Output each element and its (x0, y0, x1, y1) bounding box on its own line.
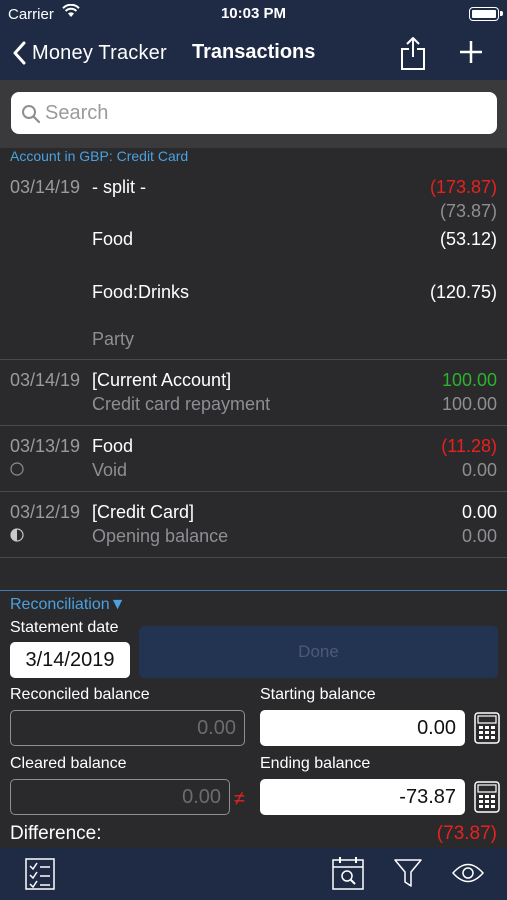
transaction-amount: (11.28) (441, 436, 497, 456)
battery-icon (469, 7, 503, 21)
transaction-balance: 0.00 (461, 460, 497, 480)
calculator-icon[interactable] (474, 781, 500, 813)
reconciliation-toggle[interactable]: Reconciliation▼ (10, 596, 125, 614)
search-input[interactable] (45, 92, 485, 134)
transaction-payee: [Current Account] (92, 370, 232, 390)
eye-icon[interactable] (452, 862, 484, 884)
filter-icon[interactable] (393, 858, 423, 888)
difference-value: (73.87) (436, 823, 497, 844)
chevron-left-icon (13, 41, 26, 65)
transaction-amount: 100.00 (441, 370, 497, 390)
nav-bar: Money Tracker Transactions (0, 30, 507, 76)
reconciliation-panel: Reconciliation▼ Statement date 3/14/2019… (0, 590, 507, 848)
account-header: Account in GBP: Credit Card (10, 148, 189, 164)
reconciled-balance-field[interactable]: 0.00 (10, 710, 245, 746)
ending-balance-label: Ending balance (260, 755, 371, 772)
split-amount: (53.12) (439, 229, 497, 249)
half-circle-icon[interactable] (10, 528, 24, 542)
search-container (0, 80, 507, 148)
done-button[interactable]: Done (139, 626, 498, 678)
transaction-payee: [Credit Card] (92, 502, 195, 522)
clock: 10:03 PM (220, 5, 287, 22)
checklist-icon[interactable] (25, 858, 55, 890)
transaction-amount: (173.87) (429, 177, 497, 197)
transaction-memo: Party (92, 329, 135, 349)
search-bar[interactable] (11, 92, 497, 134)
transaction-memo: Opening balance (92, 526, 229, 546)
calculator-icon[interactable] (474, 712, 500, 744)
navigation-header: Carrier 10:03 PM Money Tracker Transacti… (0, 0, 507, 80)
transaction-balance: 100.00 (441, 394, 497, 414)
search-icon (22, 105, 41, 124)
transaction-balance: 0.00 (461, 526, 497, 546)
transaction-date: 03/14/19 (10, 177, 81, 197)
transaction-date: 03/14/19 (10, 370, 81, 390)
status-bar: Carrier 10:03 PM (0, 0, 507, 28)
add-icon[interactable] (458, 39, 484, 65)
transaction-payee: - split - (92, 177, 146, 197)
starting-balance-label: Starting balance (260, 686, 376, 703)
reconciled-balance-label: Reconciled balance (10, 686, 150, 703)
transaction-payee: Food (92, 436, 134, 456)
cleared-balance-label: Cleared balance (10, 755, 127, 772)
transaction-row[interactable]: 03/13/19 Food (11.28) Void 0.00 (0, 426, 507, 491)
transaction-row[interactable]: 03/14/19 [Current Account] 100.00 Credit… (0, 360, 507, 425)
not-equal-icon: ≠ (234, 788, 245, 810)
ending-balance-field[interactable]: -73.87 (260, 779, 465, 815)
cleared-balance-field[interactable]: 0.00 (10, 779, 230, 815)
transaction-row[interactable]: 03/12/19 [Credit Card] 0.00 Opening bala… (0, 492, 507, 557)
page-title: Transactions (192, 41, 316, 63)
starting-balance-field[interactable]: 0.00 (260, 710, 465, 746)
transaction-memo: Credit card repayment (92, 394, 271, 414)
split-category: Food (92, 229, 134, 249)
transaction-date: 03/12/19 (10, 502, 81, 522)
back-button[interactable]: Money Tracker (12, 38, 167, 68)
split-category: Food:Drinks (92, 282, 190, 302)
transaction-amount: 0.00 (461, 502, 497, 522)
empty-circle-icon[interactable] (10, 462, 24, 476)
row-divider (0, 557, 507, 558)
calendar-search-icon[interactable] (332, 856, 364, 890)
transaction-balance: (73.87) (439, 201, 497, 221)
transaction-row[interactable]: 03/14/19 - split - (173.87) (73.87) Food… (0, 172, 507, 359)
bottom-toolbar (0, 848, 507, 900)
difference-label: Difference: (10, 823, 102, 844)
back-label: Money Tracker (32, 41, 167, 64)
split-amount: (120.75) (429, 282, 497, 302)
statement-date-field[interactable]: 3/14/2019 (10, 642, 130, 678)
transaction-date: 03/13/19 (10, 436, 81, 456)
share-icon[interactable] (398, 35, 428, 71)
transaction-memo: Void (92, 460, 128, 480)
statement-date-label: Statement date (10, 619, 119, 636)
